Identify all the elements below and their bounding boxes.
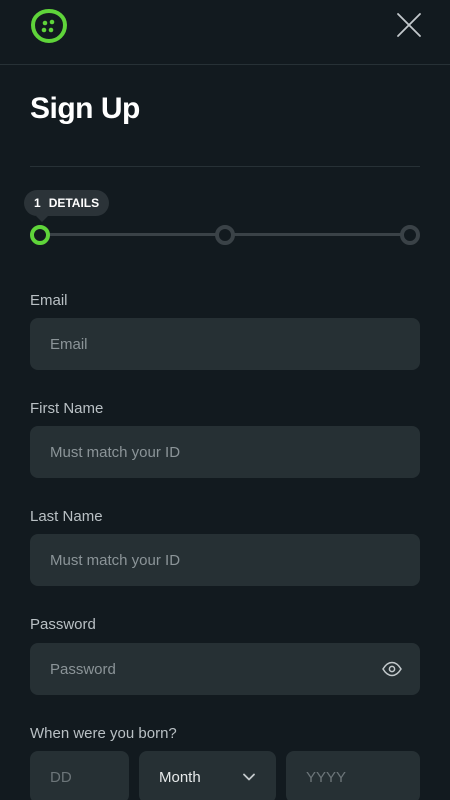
dob-month-select[interactable]: Month: [139, 751, 276, 800]
last-name-label: Last Name: [30, 508, 103, 525]
step-dot-1: [30, 225, 50, 245]
close-icon[interactable]: [396, 12, 422, 38]
step-dot-3: [400, 225, 420, 245]
step-number: 1: [34, 196, 41, 210]
password-field[interactable]: [30, 643, 420, 695]
dob-year-field[interactable]: [286, 751, 420, 800]
eye-icon[interactable]: [382, 660, 402, 678]
dob-month-value: Month: [159, 768, 201, 786]
page-title: Sign Up: [30, 92, 140, 125]
email-field[interactable]: [30, 318, 420, 370]
top-bar: [0, 0, 450, 65]
current-step-badge: 1 DETAILS: [24, 190, 110, 222]
password-input[interactable]: [50, 660, 400, 678]
first-name-input[interactable]: [50, 443, 400, 461]
cookie-logo-icon[interactable]: [30, 8, 68, 44]
dob-day-field[interactable]: [30, 751, 129, 800]
divider: [30, 166, 420, 167]
email-label: Email: [30, 292, 68, 309]
step-dot-2: [215, 225, 235, 245]
password-label: Password: [30, 616, 96, 633]
dob-day-input[interactable]: [50, 768, 109, 786]
last-name-field[interactable]: [30, 534, 420, 586]
email-input[interactable]: [50, 335, 400, 353]
dob-year-input[interactable]: [306, 768, 400, 786]
step-label: DETAILS: [48, 196, 100, 210]
dob-label: When were you born?: [30, 725, 177, 742]
chevron-down-icon: [243, 773, 255, 781]
last-name-input[interactable]: [50, 551, 400, 569]
first-name-field[interactable]: [30, 426, 420, 478]
first-name-label: First Name: [30, 400, 104, 417]
